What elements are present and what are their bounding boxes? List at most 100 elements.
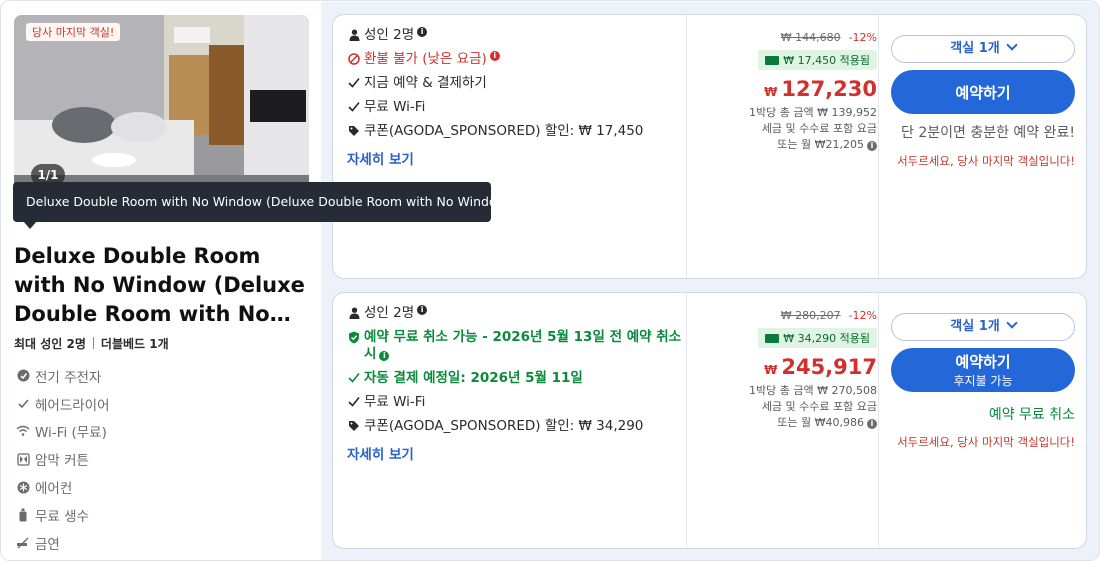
blackout-curtain-icon — [16, 452, 30, 466]
kettle-icon — [16, 369, 30, 383]
currency-symbol: ₩ — [764, 363, 778, 377]
wifi-label: 무료 Wi-Fi — [364, 394, 426, 410]
guests-label: 성인 2명 — [364, 27, 415, 43]
booking-actions: 객실 1개 예약하기 단 2분이면 충분한 예약 완료! 서두르세요, 당사 마… — [889, 35, 1086, 170]
last-room-badge: 당사 마지막 객실! — [26, 23, 121, 41]
pay-now-row: 지금 예약 & 결제하기 — [347, 75, 643, 92]
shield-check-icon — [347, 329, 361, 344]
auto-pay-label: 자동 결제 예정일: 2026년 5월 11일 — [364, 370, 583, 386]
amenity-label: 암막 커튼 — [35, 453, 89, 470]
book-button[interactable]: 예약하기 후지불 가능 — [891, 348, 1075, 392]
amenity-item: 암막 커튼 — [16, 445, 110, 473]
info-icon[interactable]: i — [417, 305, 428, 315]
person-icon — [347, 305, 361, 319]
per-night-total: 1박당 총 금액 ₩ 139,952 — [749, 106, 877, 119]
book-button-label: 예약하기 — [955, 83, 1011, 102]
price-block: ₩ 144,680 -12% ₩ 17,450 적용됨 ₩127,230 1박당 … — [687, 31, 877, 153]
wifi-row: 무료 Wi-Fi — [347, 394, 683, 411]
bed-type: 더블베드 1개 — [100, 337, 169, 351]
amenity-item: 전기 주전자 — [16, 362, 110, 390]
pay-now-label: 지금 예약 & 결제하기 — [364, 75, 487, 91]
room-name-tooltip: Deluxe Double Room with No Window (Delux… — [13, 182, 512, 222]
refund-policy-label: 예약 무료 취소 가능 - 2026년 5월 13일 전 예약 취소 시 — [364, 329, 682, 362]
offer-conditions: 성인 2명 i 환불 불가 (낮은 요금) i 지금 예약 & 결제하기 무료 Wi… — [347, 27, 643, 168]
check-icon — [347, 75, 361, 88]
coupon-row: 쿠폰(AGODA_SPONSORED) 할인: ₩ 34,290 — [347, 418, 683, 435]
book-button[interactable]: 예약하기 — [891, 70, 1075, 114]
room-quantity-label: 객실 1개 — [950, 319, 1000, 334]
urgency-message: 서두르세요, 당사 마지막 객실입니다! — [897, 435, 1075, 449]
check-icon — [347, 370, 361, 383]
info-icon[interactable]: i — [867, 141, 877, 151]
room-quantity-select[interactable]: 객실 1개 — [891, 313, 1075, 341]
refund-policy-row: 환불 불가 (낮은 요금) i — [347, 51, 643, 68]
info-icon[interactable]: i — [867, 419, 877, 429]
max-occupancy: 최대 성인 2명 — [14, 337, 86, 351]
price-block: ₩ 280,207 -12% ₩ 34,290 적용됨 ₩245,917 1박당 … — [687, 309, 877, 431]
original-price-row: ₩ 144,680 -12% — [687, 31, 877, 44]
room-capacity: 최대 성인 2명 더블베드 1개 — [14, 335, 169, 352]
booking-actions: 객실 1개 예약하기 후지불 가능 예약 무료 취소 서두르세요, 당사 마지막… — [889, 313, 1086, 451]
amenity-item: Wi-Fi (무료) — [16, 418, 110, 446]
room-offer-block: 당사 마지막 객실! 1/1 Deluxe Double Room with N… — [0, 0, 1100, 561]
details-link[interactable]: 자세히 보기 — [347, 443, 683, 463]
guests-row: 성인 2명 i — [347, 305, 683, 322]
monthly-price: 또는 월 ₩40,986 — [777, 416, 864, 429]
final-price-value: 127,230 — [781, 77, 877, 101]
wifi-icon — [16, 424, 30, 438]
final-price-value: 245,917 — [781, 355, 877, 379]
amenity-item: 에어컨 — [16, 473, 110, 501]
final-price: ₩245,917 — [687, 354, 877, 383]
water-bottle-icon — [16, 508, 30, 522]
refund-policy-label: 환불 불가 (낮은 요금) — [364, 51, 487, 67]
wifi-label: 무료 Wi-Fi — [364, 99, 426, 115]
amenity-item: 금연 — [16, 529, 110, 557]
amenity-label: 에어컨 — [35, 481, 73, 498]
original-price: ₩ 280,207 — [780, 309, 841, 322]
chevron-down-icon — [1006, 39, 1018, 51]
offer-card: 성인 2명 i 환불 불가 (낮은 요금) i 지금 예약 & 결제하기 무료 Wi… — [332, 14, 1087, 279]
room-title[interactable]: Deluxe Double Room with No Window (Delux… — [14, 242, 314, 329]
discount-percent: -12% — [848, 31, 877, 44]
non-refundable-icon — [347, 51, 361, 65]
tax-note: 세금 및 수수료 포함 요금 — [761, 122, 877, 135]
currency-symbol: ₩ — [764, 85, 778, 99]
ticket-icon — [765, 334, 780, 343]
tag-icon — [347, 123, 361, 137]
no-smoking-icon — [16, 536, 30, 550]
column-divider — [878, 293, 879, 548]
monthly-price-row: 또는 월 ₩21,205 i — [687, 137, 877, 153]
free-cancellation-note: 예약 무료 취소 — [988, 407, 1075, 423]
offer-card: 성인 2명 i 예약 무료 취소 가능 - 2026년 5월 13일 전 예약 취… — [332, 292, 1087, 549]
final-price: ₩127,230 — [687, 76, 877, 105]
book-button-label: 예약하기 — [955, 353, 1011, 371]
wifi-row: 무료 Wi-Fi — [347, 99, 643, 116]
guests-row: 성인 2명 i — [347, 27, 643, 44]
check-icon — [347, 99, 361, 112]
person-icon — [347, 27, 361, 41]
amenity-item: 헤어드라이어 — [16, 390, 110, 418]
coupon-applied-label: ₩ 34,290 적용됨 — [783, 332, 870, 345]
tax-note: 세금 및 수수료 포함 요금 — [761, 400, 877, 413]
info-icon[interactable]: i — [489, 51, 500, 61]
snowflake-icon — [16, 480, 30, 494]
quick-booking-note: 단 2분이면 충분한 예약 완료! — [901, 125, 1075, 141]
offer-conditions: 성인 2명 i 예약 무료 취소 가능 - 2026년 5월 13일 전 예약 취… — [347, 305, 683, 463]
column-divider — [878, 15, 879, 278]
chevron-down-icon — [1006, 317, 1018, 329]
urgency-message: 서두르세요, 당사 마지막 객실입니다! — [897, 154, 1075, 168]
auto-pay-row: 자동 결제 예정일: 2026년 5월 11일 — [347, 370, 683, 387]
per-night-total: 1박당 총 금액 ₩ 270,508 — [749, 384, 877, 397]
amenity-item: 무료 생수 — [16, 501, 110, 529]
divider — [92, 337, 94, 349]
refund-policy-row: 예약 무료 취소 가능 - 2026년 5월 13일 전 예약 취소 시i — [347, 329, 683, 363]
room-info-panel: 당사 마지막 객실! 1/1 Deluxe Double Room with N… — [2, 2, 320, 560]
info-icon[interactable]: i — [379, 351, 390, 361]
info-icon[interactable]: i — [417, 27, 428, 37]
ticket-icon — [765, 56, 780, 65]
coupon-row: 쿠폰(AGODA_SPONSORED) 할인: ₩ 17,450 — [347, 123, 643, 140]
room-quantity-select[interactable]: 객실 1개 — [891, 35, 1075, 63]
monthly-price: 또는 월 ₩21,205 — [777, 138, 864, 151]
details-link[interactable]: 자세히 보기 — [347, 148, 643, 168]
room-quantity-label: 객실 1개 — [950, 41, 1000, 56]
